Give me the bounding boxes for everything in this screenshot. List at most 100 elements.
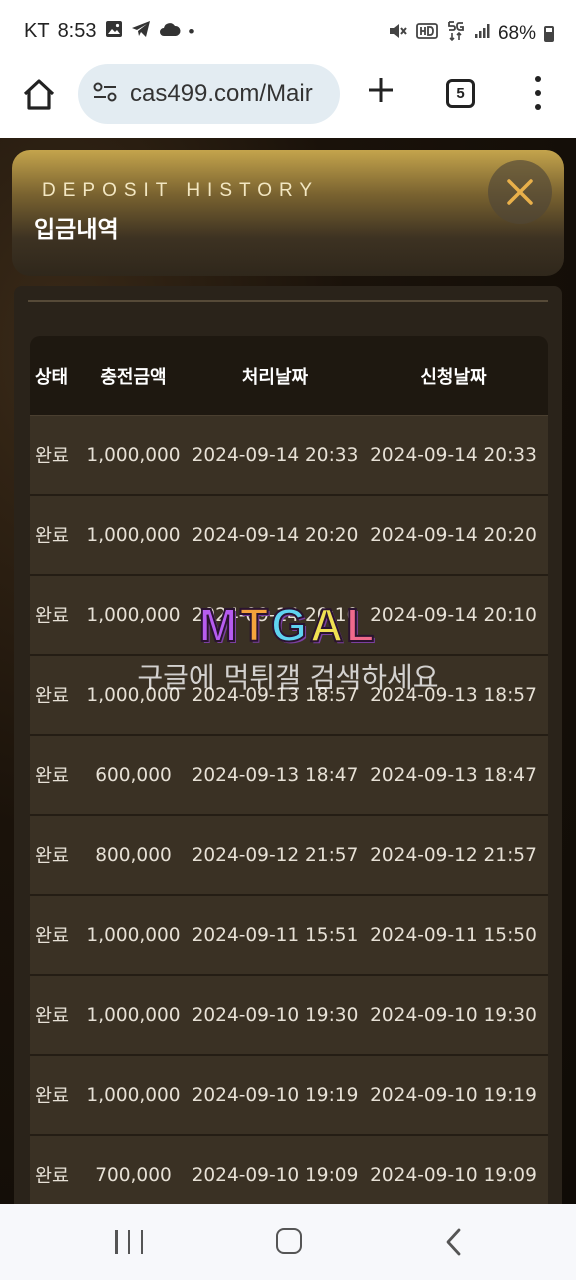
nav-home-button[interactable] <box>276 1228 302 1254</box>
system-nav-bar <box>0 1204 576 1280</box>
table-row: 완료 600,000 2024-09-13 18:47 2024-09-13 1… <box>30 736 548 816</box>
recent-bar <box>140 1230 143 1254</box>
cell-amount: 1,000,000 <box>86 684 181 706</box>
cell-amount: 1,000,000 <box>86 1004 181 1026</box>
battery-icon <box>544 26 554 42</box>
divider <box>28 300 548 302</box>
cell-processed: 2024-09-14 20:33 <box>191 444 359 466</box>
web-page: DEPOSIT HISTORY 입금내역 상태 충전금액 처리날짜 신청날짜 완… <box>0 138 576 1204</box>
signal-icon <box>474 23 490 45</box>
menu-dot <box>535 90 541 96</box>
recent-bar <box>127 1230 131 1254</box>
cell-status: 완료 <box>35 1006 70 1027</box>
recent-bar <box>115 1230 118 1254</box>
cell-processed: 2024-09-10 19:09 <box>191 1164 359 1186</box>
more-menu-button[interactable] <box>528 76 548 110</box>
image-icon <box>105 20 123 43</box>
cell-requested: 2024-09-11 15:50 <box>370 924 537 946</box>
cell-requested: 2024-09-10 19:19 <box>370 1084 537 1106</box>
close-button[interactable] <box>488 160 552 224</box>
status-right: 68% <box>388 20 554 48</box>
cell-status: 완료 <box>35 1086 70 1107</box>
cell-status: 완료 <box>35 526 70 547</box>
status-left: KT 8:53 • <box>24 20 194 43</box>
cell-requested: 2024-09-13 18:47 <box>370 764 537 786</box>
cell-amount: 1,000,000 <box>86 924 181 946</box>
header-status: 상태 <box>35 366 69 388</box>
carrier-label: KT <box>24 20 50 42</box>
cell-amount: 1,000,000 <box>86 604 181 626</box>
cell-processed: 2024-09-14 20:10 <box>191 604 359 626</box>
cell-processed: 2024-09-13 18:47 <box>191 764 359 786</box>
site-settings-icon[interactable] <box>92 81 118 107</box>
modal-body: 상태 충전금액 처리날짜 신청날짜 완료 1,000,000 2024-09-1… <box>14 286 562 1204</box>
cell-processed: 2024-09-10 19:19 <box>191 1084 359 1106</box>
cloud-icon <box>159 21 181 42</box>
cell-requested: 2024-09-14 20:33 <box>370 444 537 466</box>
cell-requested: 2024-09-10 19:09 <box>370 1164 537 1186</box>
cell-requested: 2024-09-14 20:10 <box>370 604 537 626</box>
url-text[interactable]: cas499.com/Mair <box>130 80 313 108</box>
cell-status: 완료 <box>35 446 70 467</box>
cell-status: 완료 <box>35 606 70 627</box>
cell-requested: 2024-09-12 21:57 <box>370 844 537 866</box>
cell-amount: 1,000,000 <box>86 1084 181 1106</box>
cell-processed: 2024-09-12 21:57 <box>191 844 359 866</box>
modal-eyebrow: DEPOSIT HISTORY <box>42 180 320 201</box>
cell-amount: 700,000 <box>95 1164 172 1186</box>
cell-status: 완료 <box>35 766 70 787</box>
cell-amount: 800,000 <box>95 844 172 866</box>
address-bar[interactable]: cas499.com/Mair <box>78 64 340 124</box>
recent-apps-button[interactable] <box>115 1230 143 1254</box>
modal-title: 입금내역 <box>34 217 119 243</box>
table-header: 상태 충전금액 처리날짜 신청날짜 <box>30 336 548 416</box>
cell-processed: 2024-09-10 19:30 <box>191 1004 359 1026</box>
modal-header: DEPOSIT HISTORY 입금내역 <box>12 150 564 276</box>
browser-toolbar: cas499.com/Mair 5 <box>0 64 576 138</box>
cell-status: 완료 <box>35 1166 70 1187</box>
cell-amount: 1,000,000 <box>86 524 181 546</box>
table-row: 완료 800,000 2024-09-12 21:57 2024-09-12 2… <box>30 816 548 896</box>
header-processed-date: 처리날짜 <box>241 366 309 388</box>
cell-requested: 2024-09-10 19:30 <box>370 1004 537 1026</box>
header-requested-date: 신청날짜 <box>420 366 487 388</box>
telegram-icon <box>131 20 151 43</box>
tab-switcher-button[interactable]: 5 <box>446 79 475 108</box>
home-icon <box>23 79 55 110</box>
back-button[interactable] <box>440 1226 468 1258</box>
table-row: 완료 1,000,000 2024-09-13 18:57 2024-09-13… <box>30 656 548 736</box>
new-tab-button[interactable] <box>365 74 397 106</box>
cell-amount: 600,000 <box>95 764 172 786</box>
status-bar: KT 8:53 • 68% <box>0 0 576 64</box>
dot-icon: • <box>188 21 195 41</box>
menu-dot <box>535 76 541 82</box>
cell-requested: 2024-09-13 18:57 <box>370 684 537 706</box>
table-row: 완료 1,000,000 2024-09-14 20:33 2024-09-14… <box>30 416 548 496</box>
table-row: 완료 1,000,000 2024-09-10 19:30 2024-09-10… <box>30 976 548 1056</box>
table-row: 완료 1,000,000 2024-09-10 19:19 2024-09-10… <box>30 1056 548 1136</box>
table-row: 완료 1,000,000 2024-09-11 15:51 2024-09-11… <box>30 896 548 976</box>
cell-requested: 2024-09-14 20:20 <box>370 524 537 546</box>
menu-dot <box>535 104 541 110</box>
header-amount: 충전금액 <box>100 366 167 388</box>
home-button[interactable] <box>20 76 58 114</box>
table-row: 완료 1,000,000 2024-09-14 20:20 2024-09-14… <box>30 496 548 576</box>
cell-processed: 2024-09-11 15:51 <box>191 924 359 946</box>
cell-processed: 2024-09-14 20:20 <box>191 524 359 546</box>
cell-status: 완료 <box>35 926 70 947</box>
table-row: 완료 1,000,000 2024-09-14 20:10 2024-09-14… <box>30 576 548 656</box>
table-row: 완료 700,000 2024-09-10 19:09 2024-09-10 1… <box>30 1136 548 1204</box>
back-icon <box>446 1228 461 1256</box>
close-icon <box>507 179 533 205</box>
mute-icon <box>388 22 408 46</box>
plus-icon <box>369 78 393 102</box>
hd-icon <box>416 22 438 46</box>
clock: 8:53 <box>57 20 97 42</box>
cell-processed: 2024-09-13 18:57 <box>191 684 359 706</box>
5g-icon <box>446 20 466 48</box>
battery-percent: 68% <box>497 23 536 44</box>
cell-amount: 1,000,000 <box>86 444 181 466</box>
deposit-table: 상태 충전금액 처리날짜 신청날짜 완료 1,000,000 2024-09-1… <box>30 336 548 1204</box>
cell-status: 완료 <box>35 846 70 867</box>
cell-status: 완료 <box>35 686 70 707</box>
